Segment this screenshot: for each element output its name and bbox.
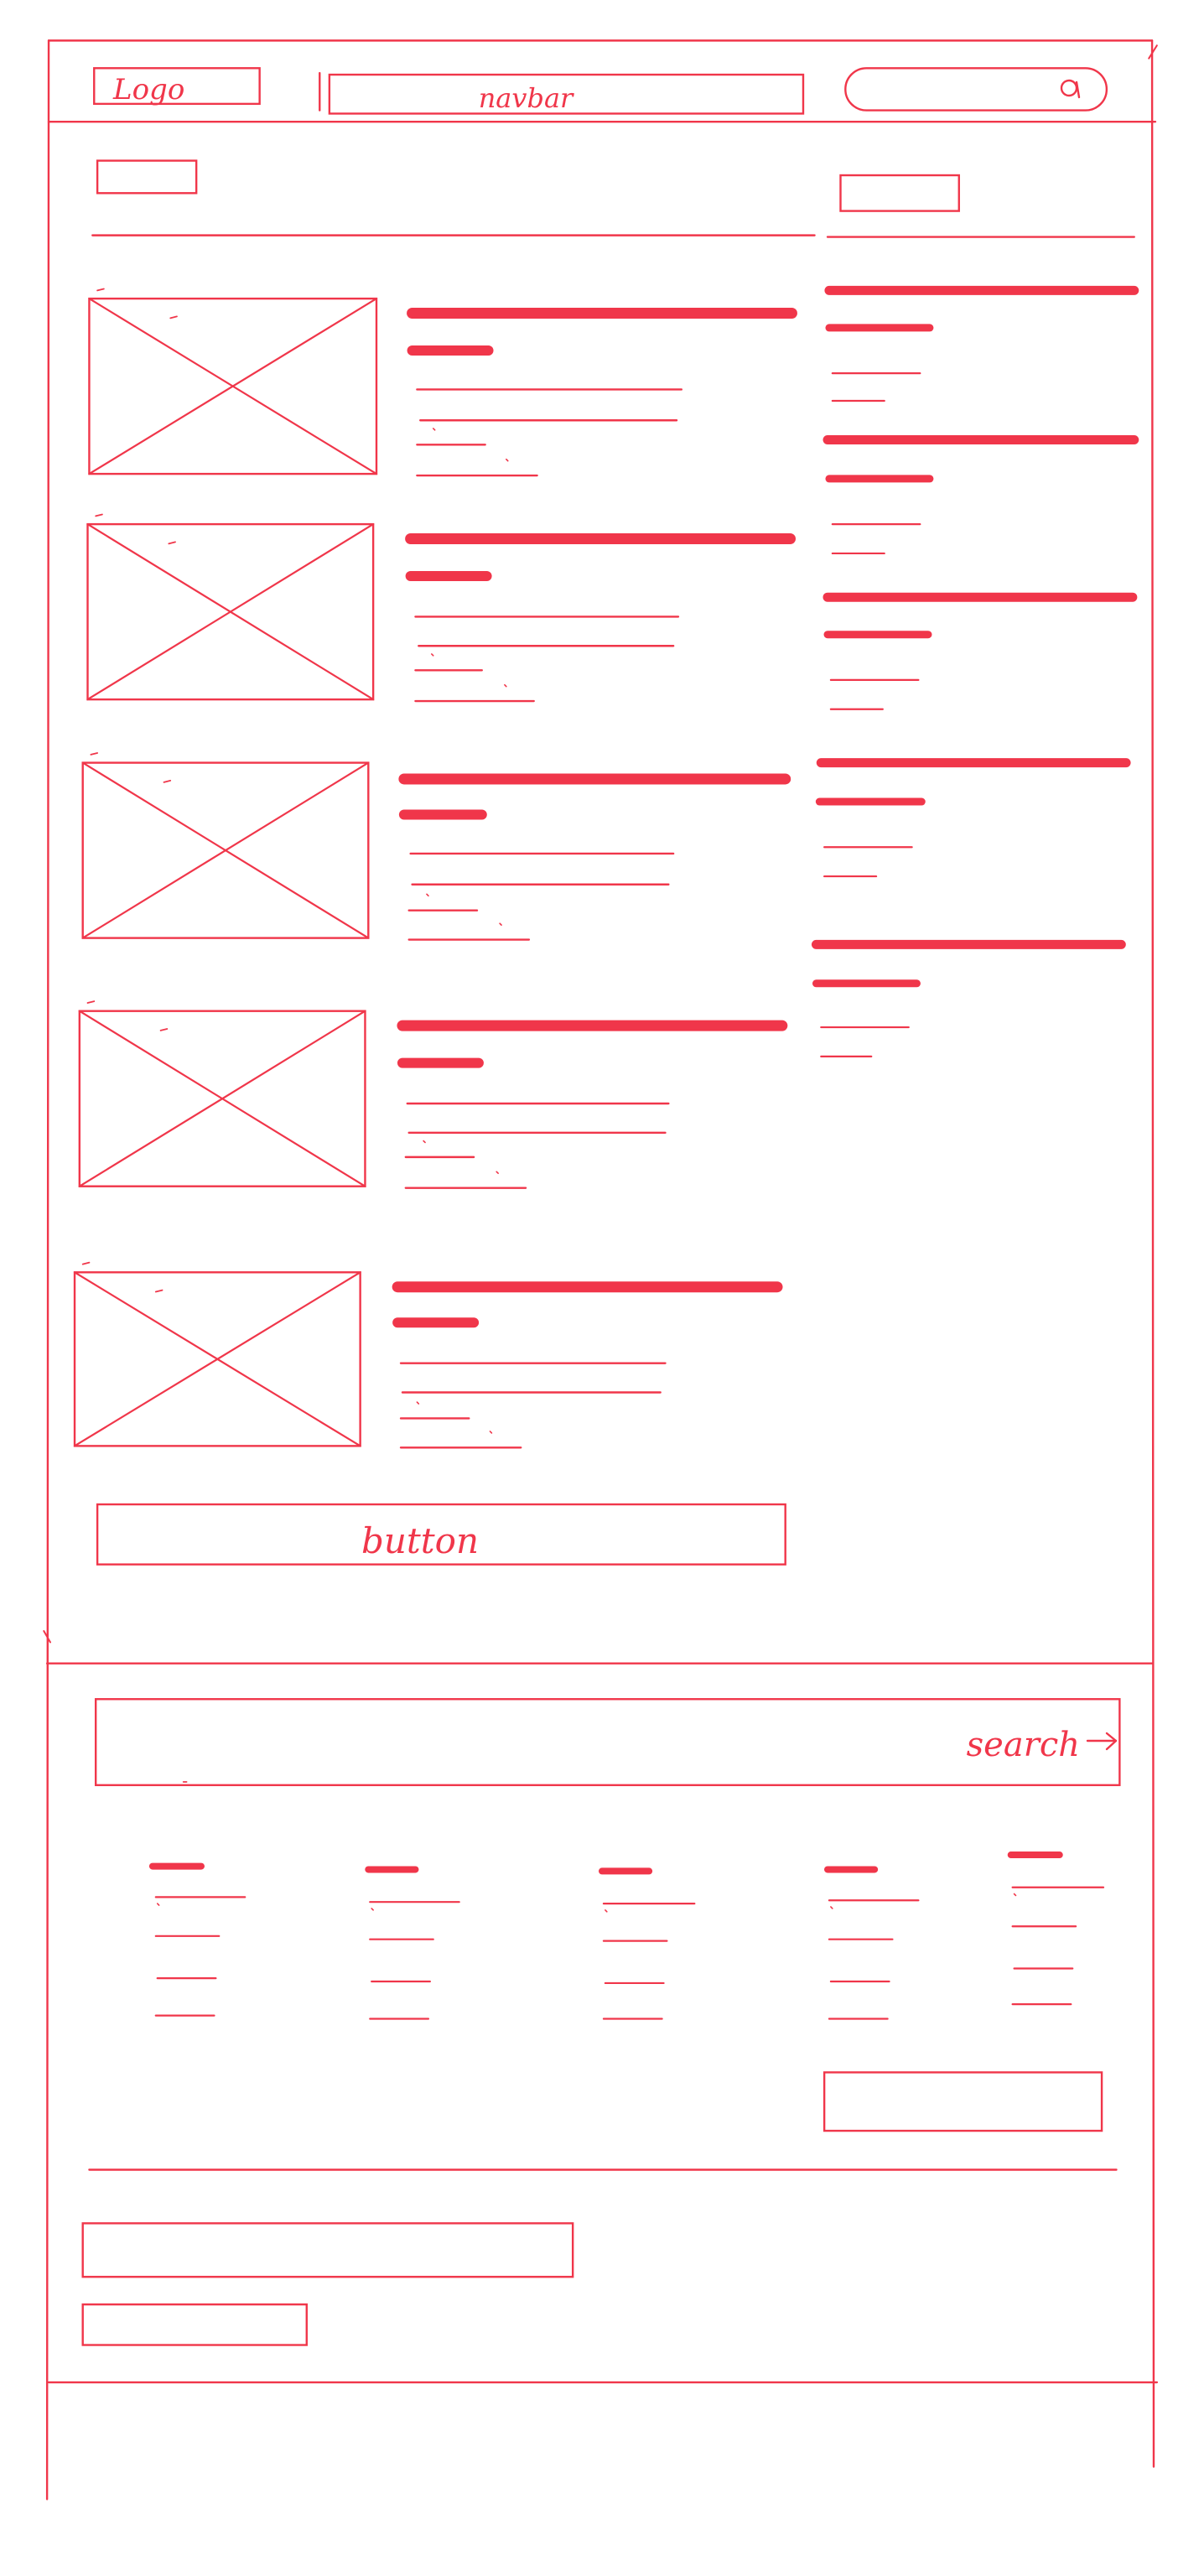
wireframe-canvas: Logo navbar button search (0, 0, 1204, 2576)
button-label: button (361, 1520, 479, 1561)
navbar-label: navbar (479, 82, 574, 114)
logo-label: Logo (112, 73, 184, 106)
footer-search-label: search (967, 1726, 1080, 1764)
